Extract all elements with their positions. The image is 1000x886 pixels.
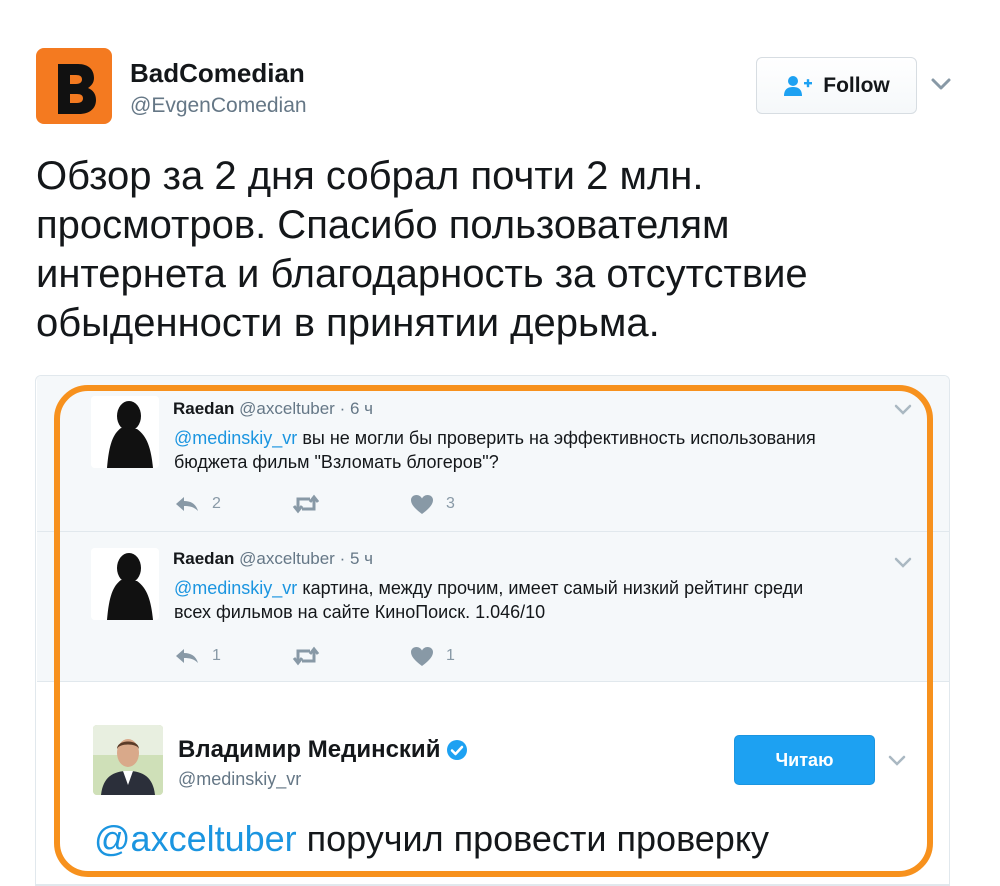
reply-count: 1 — [212, 647, 221, 664]
tweet-text-line: обыденности в принятии дерьма. — [36, 301, 660, 345]
chevron-down-icon[interactable] — [894, 403, 912, 415]
retweet-button[interactable] — [292, 494, 410, 514]
reply-text: @medinskiy_vr картина, между прочим, име… — [174, 576, 914, 624]
like-button[interactable]: 3 — [410, 494, 455, 515]
chevron-down-icon[interactable] — [894, 556, 912, 568]
reply-timestamp[interactable]: · 6 ч — [340, 399, 373, 418]
like-button[interactable]: 1 — [410, 646, 455, 667]
mention-link[interactable]: @medinskiy_vr — [174, 578, 297, 598]
tweet-text-line: просмотров. Спасибо пользователям — [36, 203, 730, 247]
reply-author-handle[interactable]: @axceltuber — [239, 399, 335, 418]
portrait-photo-icon — [93, 725, 163, 795]
medinskiy-avatar[interactable] — [93, 725, 163, 795]
embedded-image[interactable]: @medinskiy_vr вы не могли бы проверить н… — [35, 375, 950, 886]
reply-button[interactable]: 1 — [174, 647, 292, 665]
tweet-text-line: интернета и благодарность за отсутствие — [36, 252, 808, 296]
tweet-actions: 2 3 — [174, 492, 455, 516]
heart-icon — [411, 646, 433, 666]
main-author-handle[interactable]: @medinskiy_vr — [178, 769, 301, 790]
main-author-name-text: Владимир Мединский — [178, 736, 441, 763]
silhouette-avatar[interactable] — [91, 548, 159, 620]
silhouette-icon — [91, 548, 159, 620]
author-name[interactable]: BadComedian — [130, 58, 305, 89]
main-tweet-text: @axceltuber поручил провести проверку — [94, 818, 769, 860]
mention-link[interactable]: @axceltuber — [94, 818, 297, 859]
main-tweet-text-part: поручил провести проверку — [296, 818, 769, 859]
retweet-icon — [292, 646, 320, 666]
reply-text: @medinskiy_vr вы не могли бы проверить н… — [174, 426, 914, 474]
reply-button[interactable]: 2 — [174, 495, 292, 513]
reply-author-name[interactable]: Raedan — [173, 549, 234, 568]
tweet-text: Обзор за 2 дня собрал почти 2 млн. просм… — [36, 152, 936, 348]
tweet-text-line: Обзор за 2 дня собрал почти 2 млн. — [36, 154, 704, 198]
add-user-icon — [784, 75, 813, 96]
reply-text-part: всех фильмов на сайте КиноПоиск. 1.046/1… — [174, 602, 546, 622]
author-avatar[interactable] — [36, 48, 112, 124]
follow-button[interactable]: Follow — [756, 57, 917, 114]
badcomedian-logo-icon — [58, 64, 96, 114]
silhouette-icon — [91, 396, 159, 468]
reply-icon — [176, 649, 198, 663]
like-count: 1 — [446, 647, 455, 664]
retweet-icon — [292, 494, 320, 514]
reply-author-handle[interactable]: @axceltuber — [239, 549, 335, 568]
main-author-name[interactable]: Владимир Мединский — [178, 736, 468, 764]
author-handle[interactable]: @EvgenComedian — [130, 94, 307, 118]
chevron-down-icon[interactable] — [930, 76, 952, 92]
like-count: 3 — [446, 495, 455, 512]
heart-icon — [411, 494, 433, 514]
silhouette-avatar[interactable] — [91, 396, 159, 468]
tweet-actions: 1 1 — [174, 644, 455, 668]
reply-icon — [176, 497, 198, 511]
reply-header: Raedan @axceltuber · 6 ч — [173, 399, 373, 419]
follow-button-label: Follow — [823, 73, 890, 97]
verified-badge-icon — [447, 740, 468, 760]
reply-text-part: картина, между прочим, имеет самый низки… — [297, 578, 804, 598]
mention-link[interactable]: @medinskiy_vr — [174, 428, 297, 448]
reply-header: Raedan @axceltuber · 5 ч — [173, 549, 373, 569]
chevron-down-icon[interactable] — [888, 754, 906, 766]
reply-count: 2 — [212, 495, 221, 512]
reply-timestamp[interactable]: · 5 ч — [340, 549, 373, 568]
retweet-button[interactable] — [292, 646, 410, 666]
reply-author-name[interactable]: Raedan — [173, 399, 234, 418]
reply-text-part: бюджета фильм "Взломать блогеров"? — [174, 452, 499, 472]
following-button[interactable]: Читаю — [734, 735, 875, 785]
reply-text-part: вы не могли бы проверить на эффективност… — [297, 428, 816, 448]
